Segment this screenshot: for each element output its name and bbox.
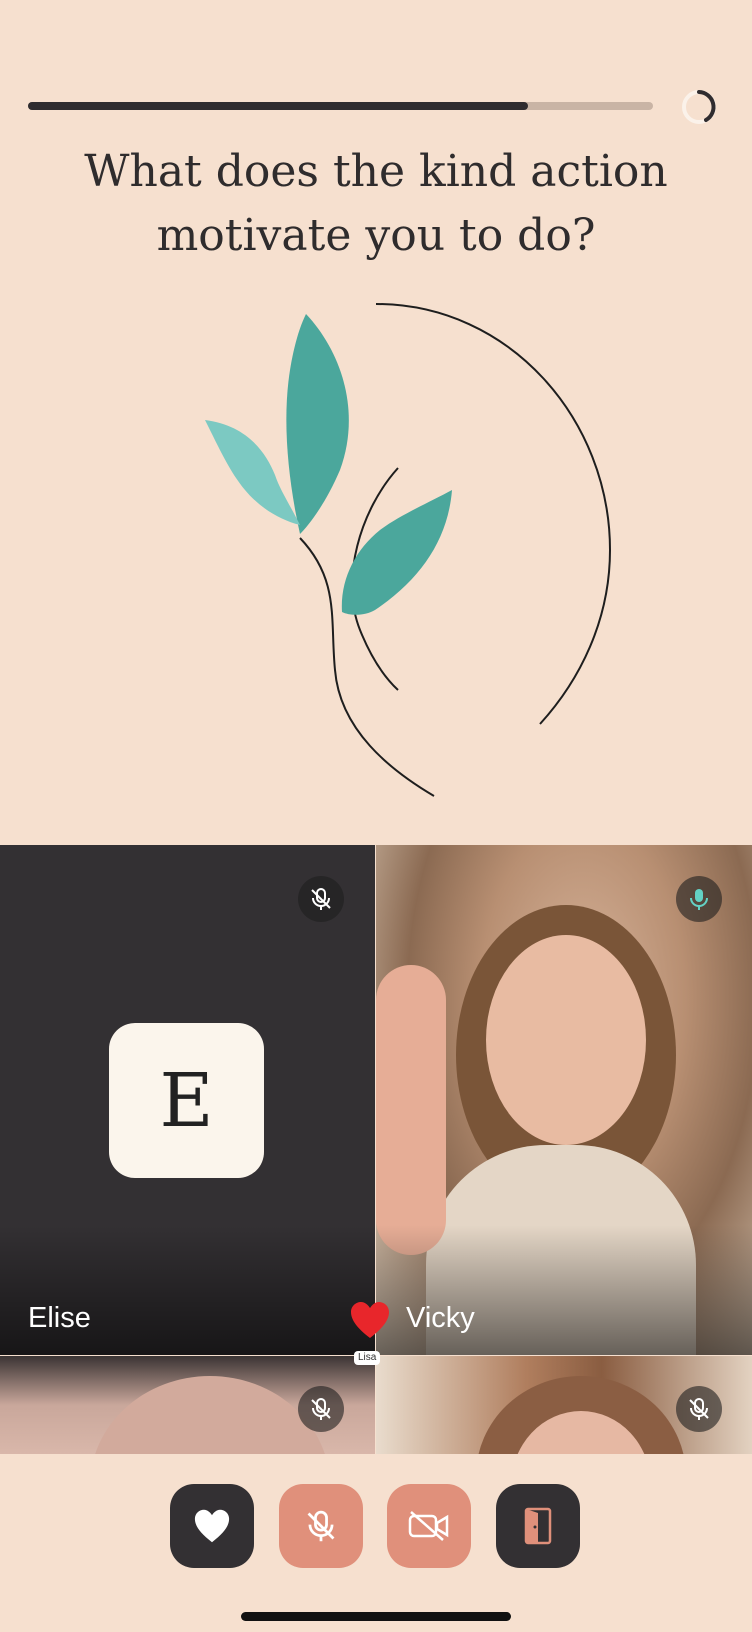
- call-controls-bar: [0, 1454, 752, 1632]
- react-button[interactable]: [170, 1484, 254, 1568]
- camera-button[interactable]: [387, 1484, 471, 1568]
- question-line-1: What does the kind action: [84, 146, 668, 197]
- mic-muted-icon: [676, 1386, 722, 1432]
- mic-muted-icon: [298, 1386, 344, 1432]
- head: [90, 1376, 330, 1454]
- raised-hand: [376, 965, 446, 1255]
- loading-spinner-icon: [682, 90, 716, 124]
- door-exit-icon: [524, 1507, 552, 1545]
- progress-bar-fill: [28, 102, 528, 110]
- heart-icon: [351, 1302, 389, 1338]
- heart-icon: [194, 1509, 230, 1543]
- question-line-2: motivate you to do?: [156, 210, 596, 261]
- reaction-sender-label: Lisa: [354, 1351, 381, 1365]
- mic-off-icon: [307, 1510, 335, 1542]
- mic-muted-icon: [298, 876, 344, 922]
- mic-active-icon: [676, 876, 722, 922]
- question-progress-bar: [28, 102, 653, 110]
- face: [486, 935, 646, 1145]
- leaf-illustration: [205, 303, 612, 797]
- question-title: What does the kind action motivate you t…: [40, 140, 712, 268]
- video-off-icon: [408, 1511, 449, 1541]
- home-indicator: [241, 1612, 511, 1621]
- mute-button[interactable]: [279, 1484, 363, 1568]
- leave-button[interactable]: [496, 1484, 580, 1568]
- avatar-elise: E: [109, 1023, 264, 1178]
